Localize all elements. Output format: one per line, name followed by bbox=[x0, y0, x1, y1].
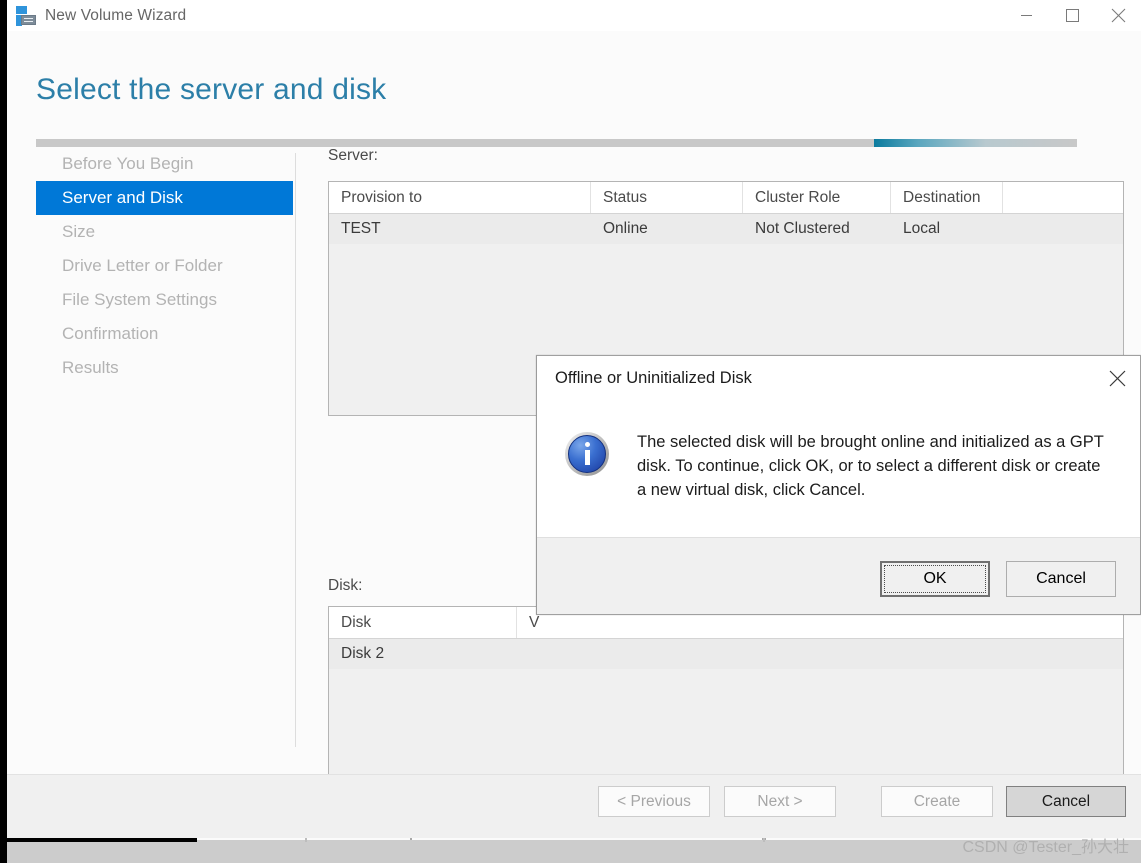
dialog-message: The selected disk will be brought online… bbox=[637, 433, 1104, 499]
page-title: Select the server and disk bbox=[36, 73, 387, 106]
sidebar-divider bbox=[295, 153, 296, 747]
column-header-cluster-role[interactable]: Cluster Role bbox=[743, 182, 891, 213]
column-header-status[interactable]: Status bbox=[591, 182, 743, 213]
sidebar-item-confirmation[interactable]: Confirmation bbox=[36, 317, 293, 351]
column-header-blank[interactable] bbox=[1003, 182, 1123, 213]
watermark: CSDN @Tester_孙大壮 bbox=[962, 839, 1130, 856]
cell-blank bbox=[1003, 214, 1123, 244]
sidebar-item-size[interactable]: Size bbox=[36, 215, 293, 249]
cell-status: Online bbox=[603, 220, 648, 237]
dialog-ok-label: OK bbox=[923, 570, 947, 587]
sidebar-item-drive-letter-or-folder[interactable]: Drive Letter or Folder bbox=[36, 249, 293, 283]
desktop-left-edge bbox=[0, 0, 7, 863]
next-button[interactable]: Next > bbox=[724, 786, 836, 817]
close-icon bbox=[1109, 370, 1125, 386]
minimize-icon bbox=[1020, 15, 1032, 16]
minimize-button[interactable] bbox=[1003, 0, 1049, 31]
strip-tick bbox=[763, 838, 765, 842]
close-icon bbox=[1111, 8, 1125, 23]
header-progress-bar bbox=[36, 139, 1077, 147]
sidebar-item-file-system-settings[interactable]: File System Settings bbox=[36, 283, 293, 317]
maximize-icon bbox=[1065, 9, 1079, 22]
background-window-edge bbox=[7, 838, 197, 842]
sidebar-item-label: Size bbox=[62, 222, 96, 241]
sidebar-item-label: File System Settings bbox=[62, 290, 217, 309]
cancel-button[interactable]: Cancel bbox=[1006, 786, 1126, 817]
dialog-cancel-label: Cancel bbox=[1036, 570, 1086, 587]
strip-segment bbox=[197, 838, 410, 840]
dialog-ok-button[interactable]: OK bbox=[880, 561, 990, 597]
volume-wizard-icon bbox=[14, 5, 36, 26]
sidebar-item-label: Confirmation bbox=[62, 324, 159, 343]
cell-disk-virtual bbox=[517, 639, 1123, 669]
strip-segment bbox=[412, 838, 762, 840]
header-progress-accent bbox=[874, 139, 1077, 147]
cell-disk-name: Disk 2 bbox=[341, 645, 385, 662]
sidebar-item-server-and-disk[interactable]: Server and Disk bbox=[36, 181, 293, 215]
close-button[interactable] bbox=[1095, 0, 1141, 31]
window-titlebar[interactable]: New Volume Wizard bbox=[7, 0, 1141, 31]
column-header-disk[interactable]: Disk bbox=[329, 607, 517, 638]
server-label: Server: bbox=[328, 147, 378, 164]
sidebar-item-label: Drive Letter or Folder bbox=[62, 256, 223, 275]
previous-button[interactable]: < Previous bbox=[598, 786, 710, 817]
main-panel: Server: Provision to Status Cluster Role… bbox=[328, 147, 1128, 863]
create-button[interactable]: Create bbox=[881, 786, 993, 817]
sidebar-item-label: Server and Disk bbox=[62, 188, 183, 207]
window-title: New Volume Wizard bbox=[45, 6, 187, 24]
maximize-button[interactable] bbox=[1049, 0, 1095, 31]
offline-or-uninitialized-disk-dialog: Offline or Uninitialized Disk The select… bbox=[536, 355, 1141, 615]
dialog-title: Offline or Uninitialized Disk bbox=[555, 368, 752, 387]
cell-cluster-role: Not Clustered bbox=[755, 220, 850, 237]
screen: New Volume Wizard Select the server and … bbox=[0, 0, 1141, 863]
strip-tick bbox=[305, 838, 307, 842]
column-header-provision-to[interactable]: Provision to bbox=[329, 182, 591, 213]
cell-provision-to: TEST bbox=[341, 220, 381, 237]
dialog-cancel-button[interactable]: Cancel bbox=[1006, 561, 1116, 597]
disk-grid-body: Disk 2 bbox=[329, 639, 1123, 669]
cell-destination: Local bbox=[903, 220, 941, 237]
sidebar-item-label: Results bbox=[62, 358, 119, 377]
sidebar-item-before-you-begin[interactable]: Before You Begin bbox=[36, 147, 293, 181]
server-grid-body: TEST Online Not Clustered Local bbox=[329, 214, 1123, 244]
info-icon bbox=[565, 432, 609, 476]
wizard-steps-sidebar: Before You Begin Server and Disk Size Dr… bbox=[36, 147, 293, 385]
column-header-destination[interactable]: Destination bbox=[891, 182, 1003, 213]
sidebar-item-label: Before You Begin bbox=[62, 154, 194, 173]
dialog-button-bar: OK Cancel bbox=[537, 537, 1140, 614]
dialog-titlebar[interactable]: Offline or Uninitialized Disk bbox=[537, 356, 1140, 400]
server-grid-header: Provision to Status Cluster Role Destina… bbox=[329, 182, 1123, 214]
disk-label: Disk: bbox=[328, 577, 363, 594]
dialog-body: The selected disk will be brought online… bbox=[537, 400, 1140, 539]
sidebar-item-results[interactable]: Results bbox=[36, 351, 293, 385]
dialog-close-button[interactable] bbox=[1094, 356, 1140, 400]
table-row[interactable]: Disk 2 bbox=[329, 639, 1123, 669]
table-row[interactable]: TEST Online Not Clustered Local bbox=[329, 214, 1123, 244]
window-controls bbox=[1003, 0, 1141, 31]
